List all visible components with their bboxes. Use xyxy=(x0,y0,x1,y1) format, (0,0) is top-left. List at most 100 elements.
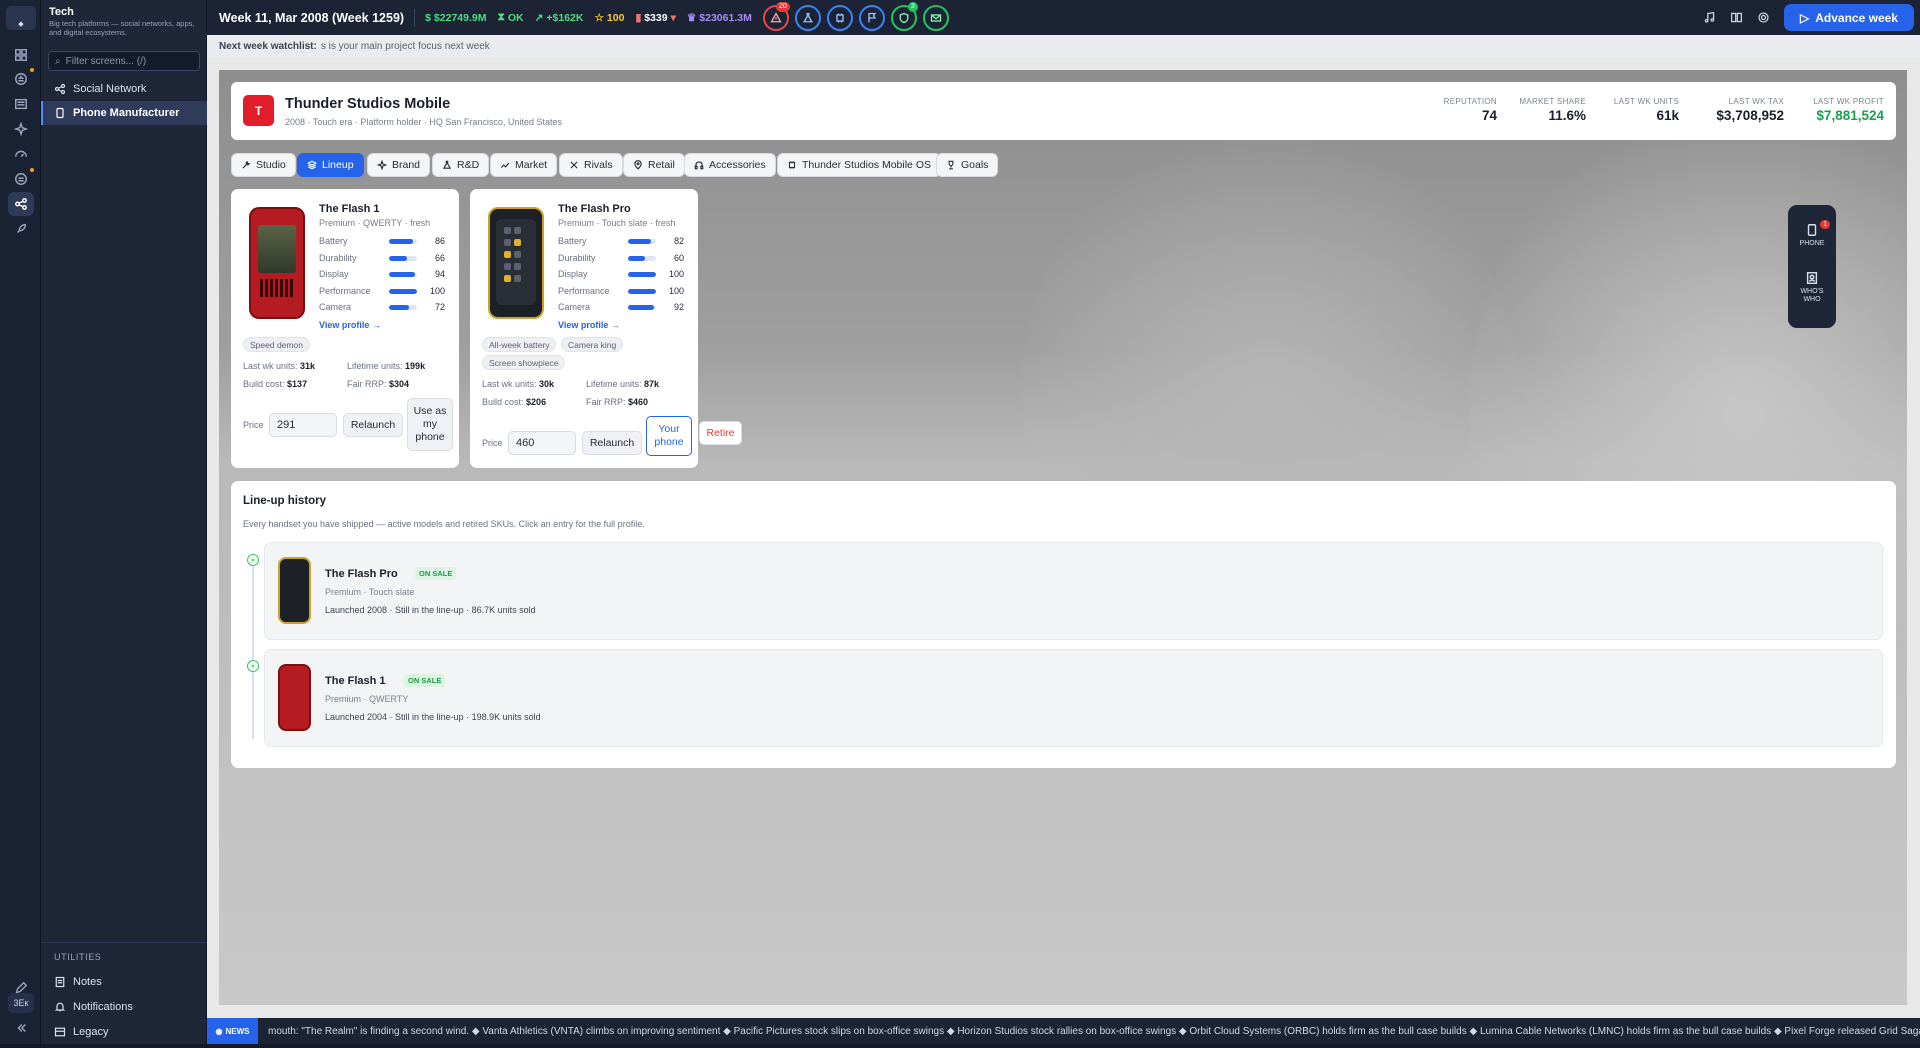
watchlist-label: Next week watchlist: xyxy=(219,40,317,52)
sidebar-item-phone-manufacturer[interactable]: Phone Manufacturer xyxy=(41,101,207,125)
phone-image-flash-pro xyxy=(488,207,544,319)
stat-performance: Performance 100 xyxy=(319,286,445,296)
trend-icon xyxy=(500,162,510,168)
mail-button[interactable] xyxy=(922,4,949,31)
price-label: Price xyxy=(243,420,264,430)
watchlist-bar: Next week watchlist: s is your main proj… xyxy=(207,35,1920,57)
stat-performance: Performance 100 xyxy=(558,286,684,296)
tag-chip: Speed demon xyxy=(243,337,310,352)
dollar-icon: $ xyxy=(425,11,431,24)
build-cost: Build cost: $206 xyxy=(482,397,547,407)
legacy-icon xyxy=(54,1027,66,1037)
phone-widget-button[interactable]: PHONE 1 xyxy=(1796,220,1830,263)
sidebar-item-notes[interactable]: Notes xyxy=(41,970,207,994)
your-phone-button[interactable]: Your phone xyxy=(646,416,692,456)
tab-studio[interactable]: Studio xyxy=(231,153,296,177)
chip-button[interactable] xyxy=(826,4,853,31)
sidebar-item-label: Notes xyxy=(73,976,102,988)
tab-rivals[interactable]: Rivals xyxy=(559,153,623,177)
flag-icon xyxy=(868,12,877,22)
price-stat[interactable]: ▮ $339 ▾ xyxy=(635,12,675,24)
sidebar-item-notifications[interactable]: Notifications xyxy=(41,995,207,1019)
share-icon[interactable] xyxy=(8,192,34,216)
history-entry-flash-1[interactable]: The Flash 1 ON SALE Premium · QWERTY Lau… xyxy=(264,649,1883,747)
sparkle-icon[interactable] xyxy=(8,117,34,141)
relaunch-button[interactable]: Relaunch xyxy=(343,413,403,437)
advance-week-button[interactable]: ▷ Advance week xyxy=(1784,4,1914,31)
history-entry-flash-pro[interactable]: The Flash Pro ON SALE Premium · Touch sl… xyxy=(264,542,1883,640)
tab-rnd[interactable]: R&D xyxy=(432,153,490,177)
news-icon[interactable] xyxy=(8,92,34,116)
sidebar-item-social-network[interactable]: Social Network xyxy=(41,77,207,101)
flag-button[interactable] xyxy=(858,4,885,31)
fair-rrp: Fair RRP: $460 xyxy=(586,397,649,407)
timeline-dot xyxy=(248,661,258,671)
book-icon[interactable] xyxy=(1730,11,1743,24)
last-wk-units: Last wk units: 30k xyxy=(482,379,555,389)
kpi-last-wk-units: LAST WK UNITS 61k xyxy=(1613,97,1679,123)
radio-icon: ◉ xyxy=(215,1026,223,1036)
view-profile-link[interactable]: View profile → xyxy=(558,320,620,330)
news-ticker: ◉ NEWS mouth: "The Realm" is finding a se… xyxy=(207,1018,1920,1044)
retire-button[interactable]: Retire xyxy=(699,421,742,445)
lifetime-units: Lifetime units: 199k xyxy=(347,361,426,371)
relaunch-button[interactable]: Relaunch xyxy=(582,431,642,455)
tab-goals[interactable]: Goals xyxy=(936,153,999,177)
research-button[interactable] xyxy=(794,4,821,31)
sidebar-item-label: Notifications xyxy=(73,1001,133,1013)
bank-icon[interactable] xyxy=(8,67,34,91)
delta-stat[interactable]: ↗ +$162K xyxy=(535,12,584,24)
price-input[interactable]: 460 xyxy=(508,431,576,455)
tab-accessories[interactable]: Accessories xyxy=(684,153,776,177)
rocket-icon[interactable] xyxy=(8,217,34,241)
alerts-button[interactable]: 20 xyxy=(762,1,790,31)
reputation-stat[interactable]: ☆ 100 xyxy=(594,12,624,24)
tab-os[interactable]: Thunder Studios Mobile OS xyxy=(777,153,941,177)
phone-thumbnail xyxy=(278,557,311,624)
rail-badge: 3Ек xyxy=(8,993,34,1013)
use-as-my-phone-button[interactable]: Use as my phone xyxy=(407,398,453,451)
phone-card-flash-1[interactable]: The Flash 1 Premium · QWERTY · fresh Bat… xyxy=(231,189,459,468)
tab-retail[interactable]: Retail xyxy=(623,153,685,177)
view-profile-link[interactable]: View profile → xyxy=(319,320,381,330)
kpi-market-share: MARKET SHARE 11.6% xyxy=(1519,97,1586,123)
phone-card-flash-pro[interactable]: The Flash Pro Premium · Touch slate · fr… xyxy=(470,189,698,468)
gauge-icon[interactable] xyxy=(8,142,34,166)
price-input[interactable]: 291 xyxy=(269,413,337,437)
tasks-button[interactable]: 3 xyxy=(890,1,918,31)
stat-camera: Camera 92 xyxy=(558,302,684,312)
net-worth-stat[interactable]: ♛ $23061.3M xyxy=(687,12,752,24)
bank2-icon[interactable] xyxy=(8,167,34,191)
gear-icon[interactable] xyxy=(1757,11,1770,24)
filter-screens-input[interactable]: ⌕ Filter screens... (/) xyxy=(48,51,200,71)
swords-icon xyxy=(570,161,578,169)
pin-icon xyxy=(634,160,642,170)
sidebar-item-legacy[interactable]: Legacy xyxy=(41,1020,207,1044)
dashboard-icon[interactable] xyxy=(8,43,34,67)
cash-stat[interactable]: $ $22749.9M xyxy=(425,12,486,24)
floating-widget: PHONE 1 WHO'S WHO xyxy=(1788,205,1836,328)
tab-brand[interactable]: Brand xyxy=(367,153,431,177)
collapse-icon[interactable] xyxy=(8,1016,34,1040)
warning-icon xyxy=(770,11,782,22)
stat-durability: Durability 60 xyxy=(558,253,684,263)
tasks-badge: 3 xyxy=(907,1,918,12)
tab-lineup[interactable]: Lineup xyxy=(297,153,364,177)
whos-who-button[interactable]: WHO'S WHO xyxy=(1796,271,1828,311)
contact-icon xyxy=(1806,272,1818,284)
status-badge: ON SALE xyxy=(415,567,457,580)
tag-chip: Screen showpiece xyxy=(482,355,566,370)
entry-subtitle: Premium · QWERTY xyxy=(325,694,409,704)
price-label: Price xyxy=(482,438,503,448)
music-icon[interactable] xyxy=(1703,11,1716,24)
company-name: Thunder Studios Mobile xyxy=(285,96,451,112)
trophy-icon xyxy=(948,160,954,170)
tab-market[interactable]: Market xyxy=(490,153,558,177)
entry-name: The Flash 1 xyxy=(325,675,386,687)
phone-image-flash-1 xyxy=(249,207,305,319)
status-stat[interactable]: ⧗ OK xyxy=(497,11,523,24)
star-icon: ☆ xyxy=(594,11,604,24)
chip-icon xyxy=(788,161,796,169)
news-badge[interactable]: ◉ NEWS xyxy=(207,1018,258,1044)
flask-icon xyxy=(802,12,813,22)
